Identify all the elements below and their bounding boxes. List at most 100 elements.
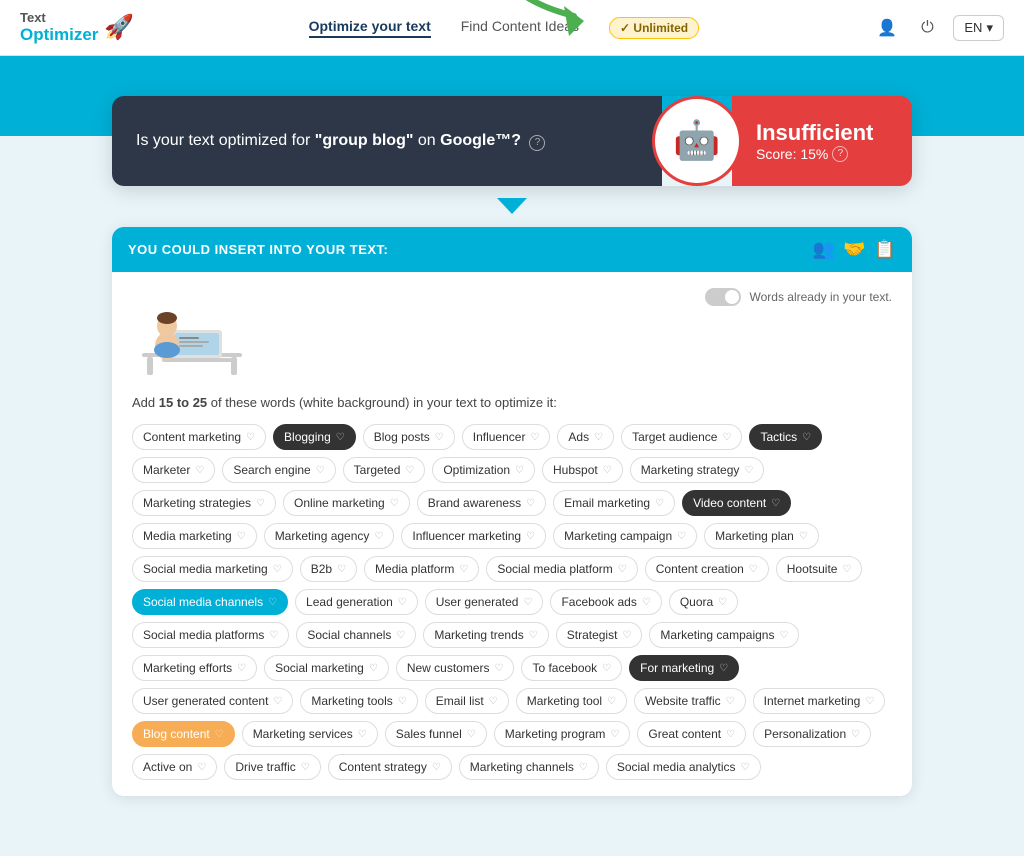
tag-item[interactable]: Media marketing♡ xyxy=(132,523,257,549)
tag-item[interactable]: Marketing campaign♡ xyxy=(553,523,697,549)
tag-item[interactable]: Brand awareness♡ xyxy=(417,490,546,516)
tag-heart-icon[interactable]: ♡ xyxy=(396,630,405,641)
tag-heart-icon[interactable]: ♡ xyxy=(197,762,206,773)
tag-heart-icon[interactable]: ♡ xyxy=(741,762,750,773)
tag-item[interactable]: Influencer♡ xyxy=(462,424,551,450)
tag-heart-icon[interactable]: ♡ xyxy=(642,597,651,608)
tag-heart-icon[interactable]: ♡ xyxy=(851,729,860,740)
tag-heart-icon[interactable]: ♡ xyxy=(269,630,278,641)
tag-heart-icon[interactable]: ♡ xyxy=(602,663,611,674)
tag-item[interactable]: Marketing strategies♡ xyxy=(132,490,276,516)
tag-heart-icon[interactable]: ♡ xyxy=(432,762,441,773)
power-icon[interactable]: ⏻ xyxy=(913,14,941,42)
tag-heart-icon[interactable]: ♡ xyxy=(301,762,310,773)
tag-item[interactable]: Content marketing♡ xyxy=(132,424,266,450)
tag-item[interactable]: Online marketing♡ xyxy=(283,490,410,516)
tag-item[interactable]: Hootsuite♡ xyxy=(776,556,863,582)
tag-heart-icon[interactable]: ♡ xyxy=(374,531,383,542)
tag-heart-icon[interactable]: ♡ xyxy=(802,432,811,443)
tag-heart-icon[interactable]: ♡ xyxy=(337,564,346,575)
tag-item[interactable]: User generated content♡ xyxy=(132,688,293,714)
tag-heart-icon[interactable]: ♡ xyxy=(529,630,538,641)
tag-heart-icon[interactable]: ♡ xyxy=(607,696,616,707)
tag-heart-icon[interactable]: ♡ xyxy=(523,597,532,608)
nav-optimize[interactable]: Optimize your text xyxy=(309,18,431,38)
tag-item[interactable]: Content creation♡ xyxy=(645,556,769,582)
tag-heart-icon[interactable]: ♡ xyxy=(718,597,727,608)
question-info-icon[interactable]: ? xyxy=(529,135,545,151)
tag-heart-icon[interactable]: ♡ xyxy=(799,531,808,542)
tag-heart-icon[interactable]: ♡ xyxy=(398,597,407,608)
tag-heart-icon[interactable]: ♡ xyxy=(273,564,282,575)
tag-heart-icon[interactable]: ♡ xyxy=(865,696,874,707)
tag-item[interactable]: User generated♡ xyxy=(425,589,544,615)
tag-heart-icon[interactable]: ♡ xyxy=(603,465,612,476)
tag-heart-icon[interactable]: ♡ xyxy=(771,498,780,509)
tag-item[interactable]: Ads♡ xyxy=(557,424,614,450)
tag-heart-icon[interactable]: ♡ xyxy=(618,564,627,575)
tag-heart-icon[interactable]: ♡ xyxy=(779,630,788,641)
tag-item[interactable]: For marketing♡ xyxy=(629,655,739,681)
layers-icon[interactable]: 📋 xyxy=(874,239,896,260)
tag-item[interactable]: Social media analytics♡ xyxy=(606,754,761,780)
tag-item[interactable]: Website traffic♡ xyxy=(634,688,746,714)
tag-item[interactable]: Marketing channels♡ xyxy=(459,754,599,780)
tag-item[interactable]: Hubspot♡ xyxy=(542,457,623,483)
tag-item[interactable]: Marketing services♡ xyxy=(242,721,378,747)
tag-item[interactable]: Facebook ads♡ xyxy=(550,589,661,615)
tag-heart-icon[interactable]: ♡ xyxy=(405,465,414,476)
tag-heart-icon[interactable]: ♡ xyxy=(390,498,399,509)
tag-item[interactable]: Target audience♡ xyxy=(621,424,742,450)
tag-item[interactable]: Social media channels♡ xyxy=(132,589,288,615)
tag-item[interactable]: Sales funnel♡ xyxy=(385,721,487,747)
tag-item[interactable]: Optimization♡ xyxy=(432,457,535,483)
tag-item[interactable]: Lead generation♡ xyxy=(295,589,418,615)
tag-heart-icon[interactable]: ♡ xyxy=(655,498,664,509)
tag-heart-icon[interactable]: ♡ xyxy=(246,432,255,443)
tag-item[interactable]: Marketing tools♡ xyxy=(300,688,417,714)
tag-heart-icon[interactable]: ♡ xyxy=(842,564,851,575)
tag-item[interactable]: Social media platforms♡ xyxy=(132,622,289,648)
tag-heart-icon[interactable]: ♡ xyxy=(495,663,504,674)
tag-heart-icon[interactable]: ♡ xyxy=(195,465,204,476)
tag-heart-icon[interactable]: ♡ xyxy=(726,696,735,707)
tag-item[interactable]: Marketing tool♡ xyxy=(516,688,627,714)
tag-item[interactable]: Social media marketing♡ xyxy=(132,556,293,582)
tag-item[interactable]: Tactics♡ xyxy=(749,424,822,450)
tag-item[interactable]: New customers♡ xyxy=(396,655,515,681)
tag-heart-icon[interactable]: ♡ xyxy=(610,729,619,740)
tag-heart-icon[interactable]: ♡ xyxy=(677,531,686,542)
tag-heart-icon[interactable]: ♡ xyxy=(526,531,535,542)
tag-item[interactable]: Marketing agency♡ xyxy=(264,523,395,549)
tag-item[interactable]: Marketing program♡ xyxy=(494,721,631,747)
tag-item[interactable]: Marketer♡ xyxy=(132,457,215,483)
tag-heart-icon[interactable]: ♡ xyxy=(722,432,731,443)
tag-item[interactable]: Video content♡ xyxy=(682,490,791,516)
tag-heart-icon[interactable]: ♡ xyxy=(256,498,265,509)
tag-item[interactable]: Email list♡ xyxy=(425,688,509,714)
tag-item[interactable]: Marketing campaigns♡ xyxy=(649,622,799,648)
tag-item[interactable]: B2b♡ xyxy=(300,556,357,582)
tag-item[interactable]: Strategist♡ xyxy=(556,622,643,648)
tag-heart-icon[interactable]: ♡ xyxy=(467,729,476,740)
tag-item[interactable]: Social channels♡ xyxy=(296,622,416,648)
tag-item[interactable]: Quora♡ xyxy=(669,589,738,615)
tag-item[interactable]: Search engine♡ xyxy=(222,457,335,483)
tag-item[interactable]: Blogging♡ xyxy=(273,424,356,450)
tag-heart-icon[interactable]: ♡ xyxy=(215,729,224,740)
tag-item[interactable]: Marketing plan♡ xyxy=(704,523,819,549)
tag-item[interactable]: Influencer marketing♡ xyxy=(401,523,546,549)
tag-heart-icon[interactable]: ♡ xyxy=(237,663,246,674)
tag-item[interactable]: Social media platform♡ xyxy=(486,556,637,582)
tag-heart-icon[interactable]: ♡ xyxy=(579,762,588,773)
tag-heart-icon[interactable]: ♡ xyxy=(530,432,539,443)
tag-item[interactable]: Targeted♡ xyxy=(343,457,426,483)
tag-item[interactable]: Great content♡ xyxy=(637,721,746,747)
tag-item[interactable]: Marketing strategy♡ xyxy=(630,457,765,483)
tag-item[interactable]: Blog posts♡ xyxy=(363,424,455,450)
tag-item[interactable]: Content strategy♡ xyxy=(328,754,452,780)
tag-heart-icon[interactable]: ♡ xyxy=(237,531,246,542)
tag-item[interactable]: To facebook♡ xyxy=(521,655,622,681)
group-icon[interactable]: 👥 xyxy=(813,239,835,260)
tag-item[interactable]: Marketing efforts♡ xyxy=(132,655,257,681)
